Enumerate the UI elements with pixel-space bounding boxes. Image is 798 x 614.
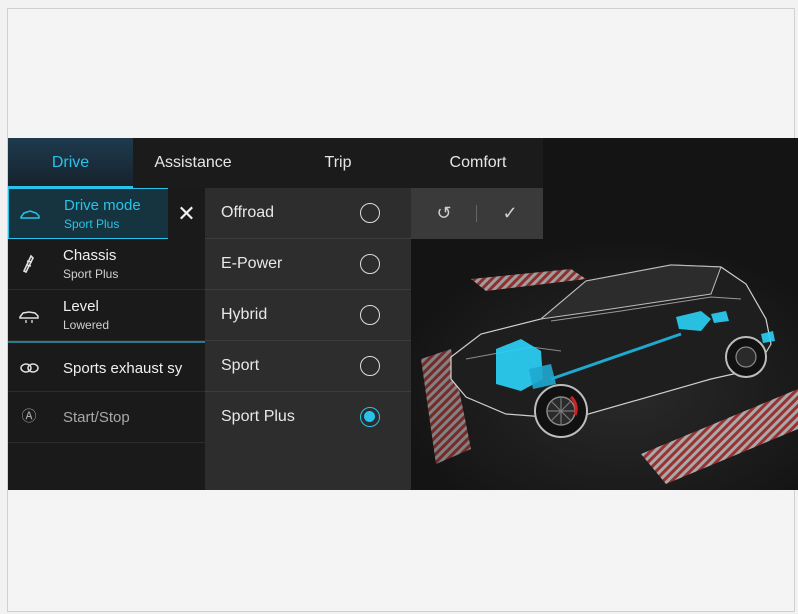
tab-drive[interactable]: Drive bbox=[8, 138, 133, 188]
option-label: Sport Plus bbox=[221, 408, 295, 425]
radio-button[interactable] bbox=[360, 305, 380, 325]
start-stop-title: Start/Stop bbox=[63, 409, 130, 426]
drive-mode-title: Drive mode bbox=[64, 197, 141, 214]
list-item-start-stop[interactable]: Ⓐ Start/Stop bbox=[8, 392, 205, 443]
drive-mode-value: Sport Plus bbox=[64, 217, 120, 231]
undo-button[interactable]: ↺ bbox=[411, 188, 477, 239]
car-side-icon bbox=[19, 203, 41, 225]
option-sport-plus[interactable]: Sport Plus bbox=[205, 392, 411, 443]
option-offroad[interactable]: Offroad bbox=[205, 188, 411, 239]
infotainment-screen: Drive Assistance Trip Comfort Drive mode… bbox=[8, 138, 798, 490]
checkmark-icon: ✓ bbox=[502, 203, 518, 223]
level-value: Lowered bbox=[63, 318, 110, 332]
spring-icon bbox=[18, 253, 40, 275]
vehicle-illustration bbox=[411, 239, 798, 490]
tab-comfort[interactable]: Comfort bbox=[428, 138, 528, 188]
list-item-level[interactable]: Level Lowered bbox=[8, 290, 205, 341]
radio-button[interactable] bbox=[360, 254, 380, 274]
auto-start-stop-icon: Ⓐ bbox=[21, 408, 37, 425]
tab-trip[interactable]: Trip bbox=[293, 138, 383, 188]
option-hybrid[interactable]: Hybrid bbox=[205, 290, 411, 341]
tab-bar: Drive Assistance Trip Comfort bbox=[8, 138, 543, 188]
exhaust-icon bbox=[18, 357, 40, 379]
option-label: Hybrid bbox=[221, 306, 268, 323]
list-item-chassis[interactable]: Chassis Sport Plus bbox=[8, 239, 205, 290]
option-sport[interactable]: Sport bbox=[205, 341, 411, 392]
radio-button-selected[interactable] bbox=[360, 407, 380, 427]
chassis-value: Sport Plus bbox=[63, 267, 119, 281]
list-item-sports-exhaust[interactable]: Sports exhaust sy bbox=[8, 341, 205, 392]
sports-exhaust-title: Sports exhaust sy bbox=[63, 360, 183, 377]
radio-button[interactable] bbox=[360, 203, 380, 223]
car-level-icon bbox=[18, 304, 40, 326]
chassis-title: Chassis bbox=[63, 247, 117, 264]
option-label: Sport bbox=[221, 357, 260, 374]
action-bar: ↺ ✓ bbox=[411, 188, 543, 239]
undo-icon: ↺ bbox=[436, 203, 452, 223]
level-title: Level bbox=[63, 298, 99, 315]
car-xray-image bbox=[411, 239, 798, 490]
tab-assistance[interactable]: Assistance bbox=[138, 138, 248, 188]
drive-mode-popup: Offroad E-Power Hybrid Sport Sport Plus bbox=[205, 188, 411, 490]
close-button[interactable]: ✕ bbox=[168, 188, 205, 239]
radio-button[interactable] bbox=[360, 356, 380, 376]
option-label: E-Power bbox=[221, 255, 283, 272]
confirm-button[interactable]: ✓ bbox=[477, 188, 543, 239]
option-e-power[interactable]: E-Power bbox=[205, 239, 411, 290]
option-label: Offroad bbox=[221, 204, 275, 221]
